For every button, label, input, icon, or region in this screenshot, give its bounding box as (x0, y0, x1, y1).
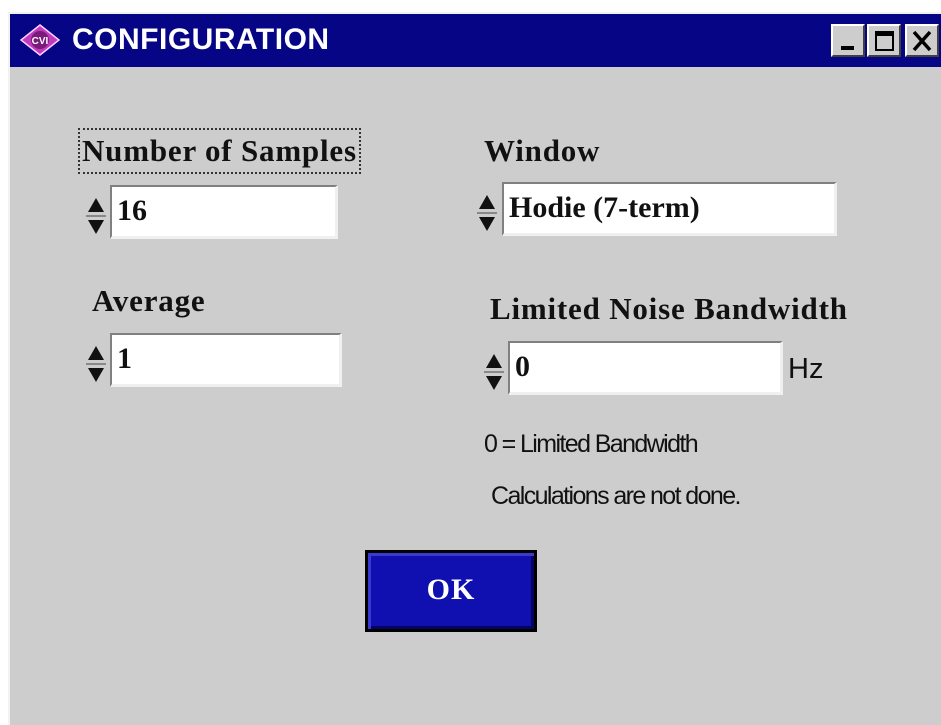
title-bar[interactable]: CVI CONFIGURATION (10, 14, 941, 67)
window-spin-buttons[interactable] (475, 185, 499, 241)
note-line-1: 0 = Limited Bandwidth (484, 430, 699, 458)
window-decrement-icon (479, 217, 495, 231)
bandwidth-label: Limited Noise Bandwidth (490, 291, 848, 326)
window-label: Window (484, 133, 601, 168)
bandwidth-decrement-icon (486, 376, 502, 390)
samples-label: Number of Samples (78, 128, 361, 174)
samples-increment-icon (88, 198, 104, 212)
average-increment-icon (88, 346, 104, 360)
close-icon (912, 30, 932, 52)
app-icon-text: CVI (32, 36, 49, 47)
window-title: CONFIGURATION (72, 23, 330, 56)
bandwidth-unit: Hz (788, 353, 824, 385)
ok-button[interactable]: OK (365, 550, 537, 632)
average-spin-buttons[interactable] (84, 336, 108, 392)
samples-spin-buttons[interactable] (84, 188, 108, 244)
note-line-2: Calculations are not done. (491, 482, 741, 510)
average-label: Average (92, 283, 206, 318)
maximize-button[interactable] (867, 24, 901, 57)
bandwidth-spin-buttons[interactable] (482, 344, 506, 400)
bandwidth-increment-icon (486, 354, 502, 368)
close-button[interactable] (905, 24, 939, 57)
minimize-button[interactable] (831, 24, 865, 57)
average-field[interactable]: 1 (110, 333, 342, 387)
bandwidth-field[interactable]: 0 (508, 341, 783, 395)
maximize-icon (875, 31, 894, 51)
cvi-app-icon[interactable]: CVI (20, 24, 60, 56)
samples-field[interactable]: 16 (110, 185, 338, 239)
configuration-window: CVI CONFIGURATION Number of Samples 16 W… (8, 12, 941, 725)
minimize-icon (841, 46, 854, 50)
window-field[interactable]: Hodie (7-term) (502, 182, 837, 236)
window-increment-icon (479, 195, 495, 209)
samples-decrement-icon (88, 220, 104, 234)
average-decrement-icon (88, 368, 104, 382)
